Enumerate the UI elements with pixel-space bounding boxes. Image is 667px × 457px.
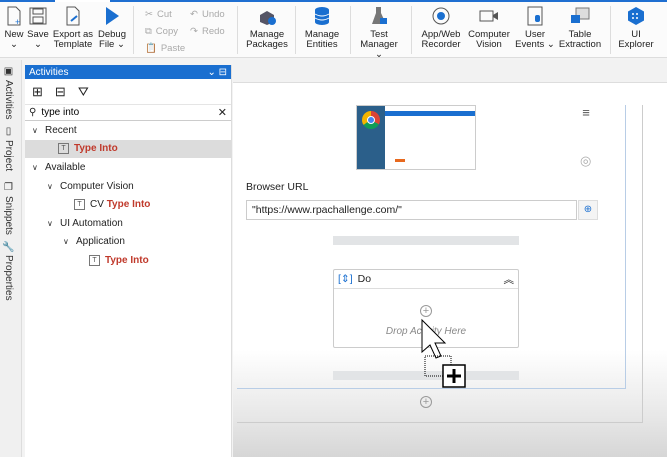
tree-item-type-into-app[interactable]: T Type Into xyxy=(25,251,231,270)
ui-explorer-button[interactable]: UI Explorer xyxy=(614,5,658,50)
table-extraction-button[interactable]: Table Extraction xyxy=(558,5,602,50)
drag-cursor-icon xyxy=(420,318,472,396)
undo-icon: ↶ xyxy=(190,9,198,20)
type-into-icon: T xyxy=(74,199,85,211)
search-input[interactable] xyxy=(41,107,213,118)
target-icon[interactable]: ◎ xyxy=(580,153,591,169)
record-icon xyxy=(418,5,464,27)
paste-icon: 📋 xyxy=(145,43,157,54)
export-template-button[interactable]: Export as Template xyxy=(52,5,94,50)
test-manager-button[interactable]: Test Manager ⌄ xyxy=(355,5,403,60)
menu-icon[interactable]: ≡ xyxy=(578,105,594,121)
type-into-icon: T xyxy=(89,254,100,266)
packages-icon xyxy=(243,5,291,27)
wrench-icon: 🔧 xyxy=(3,240,14,253)
redo-icon: ↷ xyxy=(190,26,198,37)
app-web-recorder-button[interactable]: App/Web Recorder xyxy=(418,5,464,50)
camera-icon xyxy=(467,5,511,27)
filter-icon[interactable]: ⛛ xyxy=(78,84,89,100)
clear-search-icon[interactable]: ✕ xyxy=(218,106,227,119)
new-file-icon: + xyxy=(3,5,25,27)
tree-node-computer-vision[interactable]: ∨ Computer Vision xyxy=(25,177,231,196)
new-button[interactable]: + New ⌄ xyxy=(3,5,25,50)
user-events-button[interactable]: User Events ⌄ xyxy=(515,5,555,50)
cut-button[interactable]: ✂ Cut xyxy=(145,9,172,20)
save-icon xyxy=(27,5,49,27)
side-tab-project[interactable]: ▯ Project xyxy=(3,126,14,171)
activities-icon: ▣ xyxy=(3,66,14,77)
copy-icon: ⧉ xyxy=(145,26,152,37)
table-icon xyxy=(558,5,602,27)
pin-icon[interactable]: ⊟ xyxy=(219,67,227,78)
computer-vision-button[interactable]: Computer Vision xyxy=(467,5,511,50)
chevron-down-icon: ∨ xyxy=(47,181,53,191)
sequence-icon: [⇕] xyxy=(338,273,353,285)
canvas-header-band xyxy=(233,60,667,83)
browser-screenshot-thumbnail xyxy=(356,105,476,170)
tree-item-cv-type-into[interactable]: T CV Type Into xyxy=(25,195,231,214)
side-tab-snippets[interactable]: ❐ Snippets xyxy=(3,182,14,235)
paste-button[interactable]: 📋 Paste xyxy=(145,43,185,54)
manage-entities-button[interactable]: Manage Entities xyxy=(300,5,344,50)
side-tab-properties[interactable]: 🔧 Properties xyxy=(3,240,14,301)
chevron-down-icon: ∨ xyxy=(47,218,53,228)
flask-icon xyxy=(355,5,403,27)
search-icon: ⚲ xyxy=(29,107,37,118)
chevron-down-icon: ∨ xyxy=(32,125,38,135)
project-icon: ▯ xyxy=(3,126,14,137)
tree-node-available[interactable]: ∨ Available xyxy=(25,158,231,177)
tree-node-recent[interactable]: ∨ Recent xyxy=(25,121,231,140)
tree-node-ui-automation[interactable]: ∨ UI Automation xyxy=(25,214,231,233)
scissors-icon: ✂ xyxy=(145,9,153,20)
panel-title: Activities xyxy=(29,66,69,78)
export-icon xyxy=(52,5,94,27)
redo-button[interactable]: ↷ Redo xyxy=(190,26,225,37)
collapse-all-icon[interactable]: ⊟ xyxy=(55,84,66,100)
browser-url-label: Browser URL xyxy=(246,181,309,193)
collapse-icon[interactable]: ︽ xyxy=(504,272,515,287)
add-activity-icon[interactable]: + xyxy=(420,396,432,408)
database-icon xyxy=(300,5,344,27)
browser-url-input[interactable]: "https://www.rpachallenge.com/" xyxy=(246,200,577,220)
side-tab-strip: ▣ Activities ▯ Project ❐ Snippets 🔧 Properti… xyxy=(0,60,22,457)
ribbon-toolbar: + New ⌄ Save ⌄ Export as Template Debug Fil… xyxy=(0,2,667,60)
user-events-icon xyxy=(515,5,555,27)
chrome-logo-icon xyxy=(362,111,380,129)
type-into-icon: T xyxy=(58,143,69,155)
add-activity-icon[interactable]: + xyxy=(420,305,432,317)
tree-item-type-into-recent[interactable]: T Type Into xyxy=(25,139,231,159)
expand-all-icon[interactable]: ⊞ xyxy=(32,84,43,100)
activities-panel: Activities ⌄ ⊟ ⊞ ⊟ ⛛ ⚲ ✕ ∨Recent TType In… xyxy=(25,65,232,457)
undo-button[interactable]: ↶ Undo xyxy=(190,9,225,20)
tree-node-application[interactable]: ∨ Application xyxy=(25,233,231,252)
chevron-down-icon: ∨ xyxy=(32,162,38,172)
manage-packages-button[interactable]: Manage Packages xyxy=(243,5,291,50)
debug-file-button[interactable]: Debug File ⌄ xyxy=(96,5,128,50)
svg-text:+: + xyxy=(15,17,20,26)
browser-picker-icon[interactable]: ⊕ xyxy=(578,200,598,220)
activities-panel-header: Activities ⌄ ⊟ xyxy=(25,65,231,79)
designer-canvas: ≡ ◎ Browser URL "https://www.rpachalleng… xyxy=(233,60,667,457)
snippets-icon: ❐ xyxy=(3,182,14,193)
chevron-down-icon[interactable]: ⌄ xyxy=(207,67,215,78)
activities-search: ⚲ ✕ xyxy=(25,105,231,121)
separator-bar xyxy=(333,236,519,245)
side-tab-activities[interactable]: ▣ Activities xyxy=(3,66,14,119)
chevron-down-icon: ∨ xyxy=(63,237,69,247)
copy-button[interactable]: ⧉ Copy xyxy=(145,26,178,37)
save-button[interactable]: Save ⌄ xyxy=(27,5,49,50)
play-icon xyxy=(96,5,128,27)
do-title: Do xyxy=(357,273,372,285)
ui-explorer-icon xyxy=(614,5,658,27)
